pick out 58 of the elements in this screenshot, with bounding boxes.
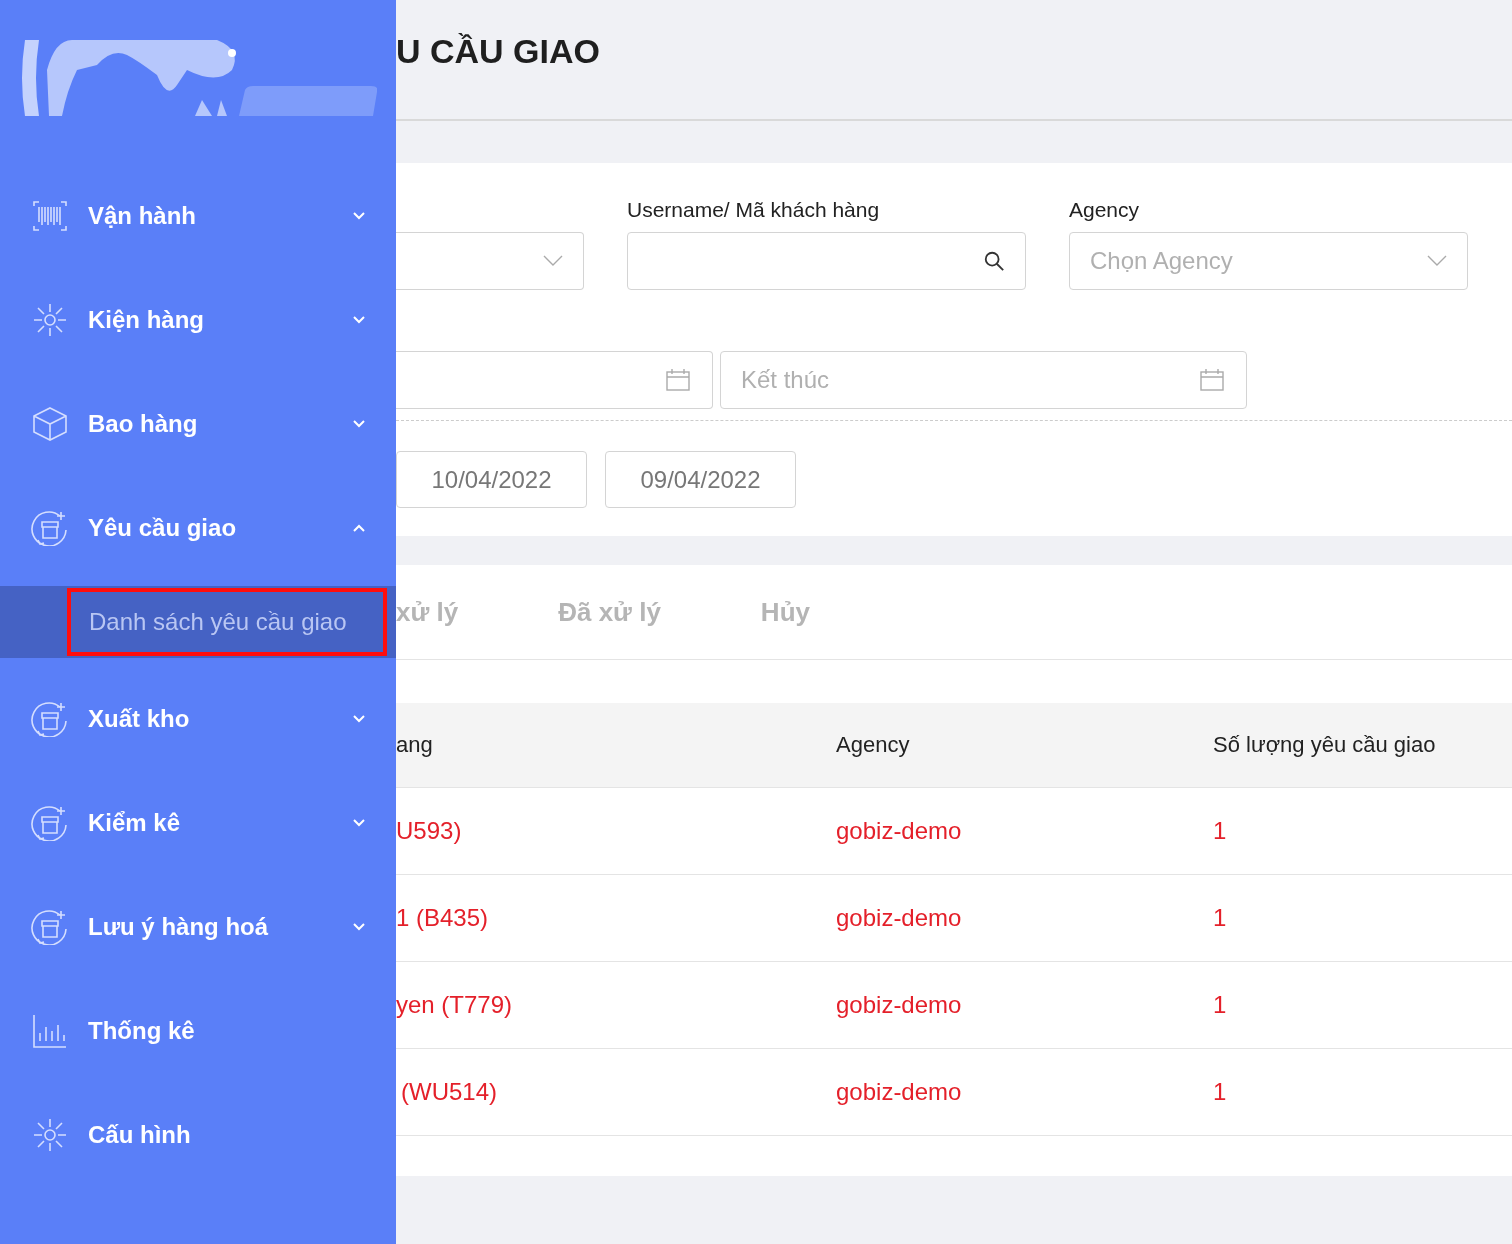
date-field[interactable]: Kết thúc xyxy=(720,351,1247,409)
field-label: Username/ Mã khách hàng xyxy=(627,198,881,222)
date-button[interactable]: 10/04/2022 xyxy=(396,451,587,508)
page-title: U CẦU GIAO xyxy=(396,32,600,71)
menu-label: Kiện hàng xyxy=(88,306,205,334)
column-header: Số lượng yêu cầu giao xyxy=(1213,732,1437,758)
menu-item[interactable]: Vận hành xyxy=(0,164,396,268)
date-button[interactable]: 09/04/2022 xyxy=(605,451,796,508)
cube-icon xyxy=(30,406,70,442)
agency-link[interactable]: gobiz-demo xyxy=(836,904,962,932)
select-field[interactable] xyxy=(396,232,584,290)
column-header: ang xyxy=(396,732,434,758)
menu-label: Yêu cầu giao xyxy=(88,514,238,542)
menu-item[interactable]: Kiện hàng xyxy=(0,268,396,372)
menu-label: Lưu ý hàng hoá xyxy=(88,913,270,941)
agency-link[interactable]: gobiz-demo xyxy=(836,991,962,1019)
menu-item[interactable]: Cấu hình xyxy=(0,1083,396,1187)
table-cell: 1 xyxy=(1213,991,1227,1019)
customer-link[interactable]: (WU514) xyxy=(401,1078,497,1106)
table-cell: 1 xyxy=(1213,817,1227,845)
customer-link[interactable]: yen (T779) xyxy=(396,991,513,1019)
date-field[interactable] xyxy=(396,351,713,409)
field-label: Agency xyxy=(1069,198,1141,222)
calendar-icon xyxy=(666,369,690,391)
box-cycle-icon xyxy=(30,510,70,546)
tab[interactable]: Đã xử lý xyxy=(558,596,661,628)
box-cycle-icon xyxy=(30,805,70,841)
menu-item[interactable]: Lưu ý hàng hoá xyxy=(0,875,396,979)
menu-item[interactable]: Thống kê xyxy=(0,979,396,1083)
tab[interactable]: xử lý xyxy=(396,596,459,628)
barcode-icon xyxy=(30,198,70,234)
menu-item[interactable]: Xuất kho xyxy=(0,667,396,771)
menu-label: Thống kê xyxy=(88,1017,196,1045)
tab[interactable]: Hủy xyxy=(760,596,810,628)
chevron-down-icon xyxy=(1427,255,1447,267)
agency-link[interactable]: gobiz-demo xyxy=(836,817,962,845)
menu-item[interactable]: Bao hàng xyxy=(0,372,396,476)
menu-label: Kiểm kê xyxy=(88,809,182,837)
calendar-icon xyxy=(1200,369,1224,391)
menu-label: Bao hàng xyxy=(88,410,199,438)
column-header: Agency xyxy=(836,732,911,758)
search-field[interactable] xyxy=(627,232,1026,290)
customer-link[interactable]: U593) xyxy=(396,817,462,845)
menu-label: Xuất kho xyxy=(88,705,191,733)
submenu-item[interactable]: Danh sách yêu cầu giao xyxy=(67,588,387,656)
table-cell: 1 xyxy=(1213,1078,1227,1106)
box-cycle-icon xyxy=(30,909,70,945)
select-field[interactable]: Chọn Agency xyxy=(1069,232,1468,290)
table-cell: 1 xyxy=(1213,904,1227,932)
menu-item[interactable]: Yêu cầu giao xyxy=(0,476,396,580)
agency-link[interactable]: gobiz-demo xyxy=(836,1078,962,1106)
chevron-down-icon xyxy=(543,255,563,267)
customer-link[interactable]: 1 (B435) xyxy=(396,904,489,932)
search-icon xyxy=(983,250,1005,272)
menu-label: Cấu hình xyxy=(88,1121,192,1149)
box-cycle-icon xyxy=(30,701,70,737)
menu-label: Vận hành xyxy=(88,202,197,230)
menu-item[interactable]: Kiểm kê xyxy=(0,771,396,875)
